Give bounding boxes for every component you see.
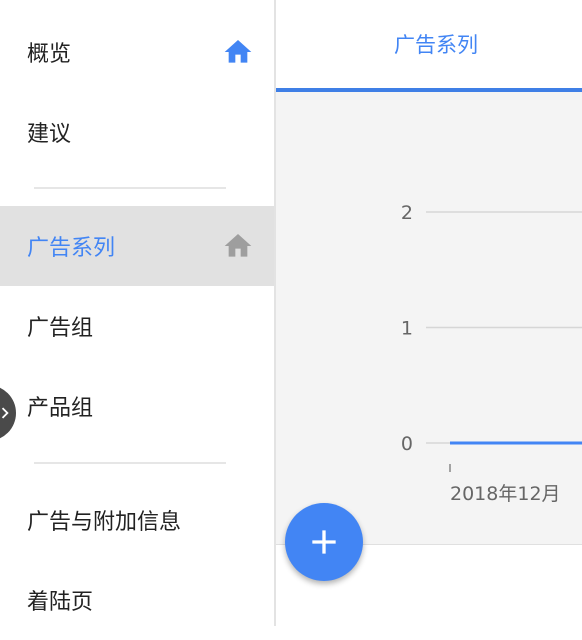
tab-bar: 广告系列 — [276, 0, 582, 92]
performance-chart: 2 1 0 2018年12月 — [276, 92, 582, 545]
sidebar-item-label: 着陆页 — [27, 590, 94, 615]
sidebar-divider — [34, 462, 226, 464]
tab-campaigns[interactable]: 广告系列 — [276, 0, 582, 88]
sidebar-item-label: 产品组 — [27, 396, 94, 421]
y-tick-label: 2 — [401, 202, 413, 224]
home-icon — [224, 234, 252, 257]
sidebar: 概览 建议 广告系列 广告组 产品组 广告与附加信息 着陆页 — [0, 0, 276, 626]
sidebar-item-label: 广告系列 — [27, 236, 116, 261]
add-fab-button[interactable] — [285, 503, 363, 581]
home-icon — [224, 40, 252, 63]
sidebar-item-landing-pages[interactable]: 着陆页 — [0, 560, 274, 640]
chart-svg: 2 1 0 2018年12月 — [401, 202, 582, 505]
sidebar-item-ad-groups[interactable]: 广告组 — [0, 286, 274, 366]
y-tick-label: 1 — [401, 318, 413, 340]
y-tick-label: 0 — [401, 433, 413, 455]
sidebar-item-overview[interactable]: 概览 — [0, 12, 274, 92]
sidebar-item-campaigns[interactable]: 广告系列 — [0, 206, 274, 286]
plus-icon — [312, 530, 336, 554]
chevron-right-icon — [1, 407, 9, 419]
sidebar-divider — [34, 187, 226, 189]
sidebar-item-ads-extensions[interactable]: 广告与附加信息 — [0, 480, 274, 560]
x-tick-label: 2018年12月 — [450, 483, 561, 505]
sidebar-item-label: 广告组 — [27, 316, 94, 341]
sidebar-item-label: 建议 — [27, 122, 72, 147]
sidebar-item-label: 广告与附加信息 — [27, 510, 182, 535]
sidebar-item-label: 概览 — [27, 42, 72, 67]
sidebar-item-product-groups[interactable]: 产品组 — [0, 366, 274, 446]
sidebar-item-recommendations[interactable]: 建议 — [0, 92, 274, 172]
